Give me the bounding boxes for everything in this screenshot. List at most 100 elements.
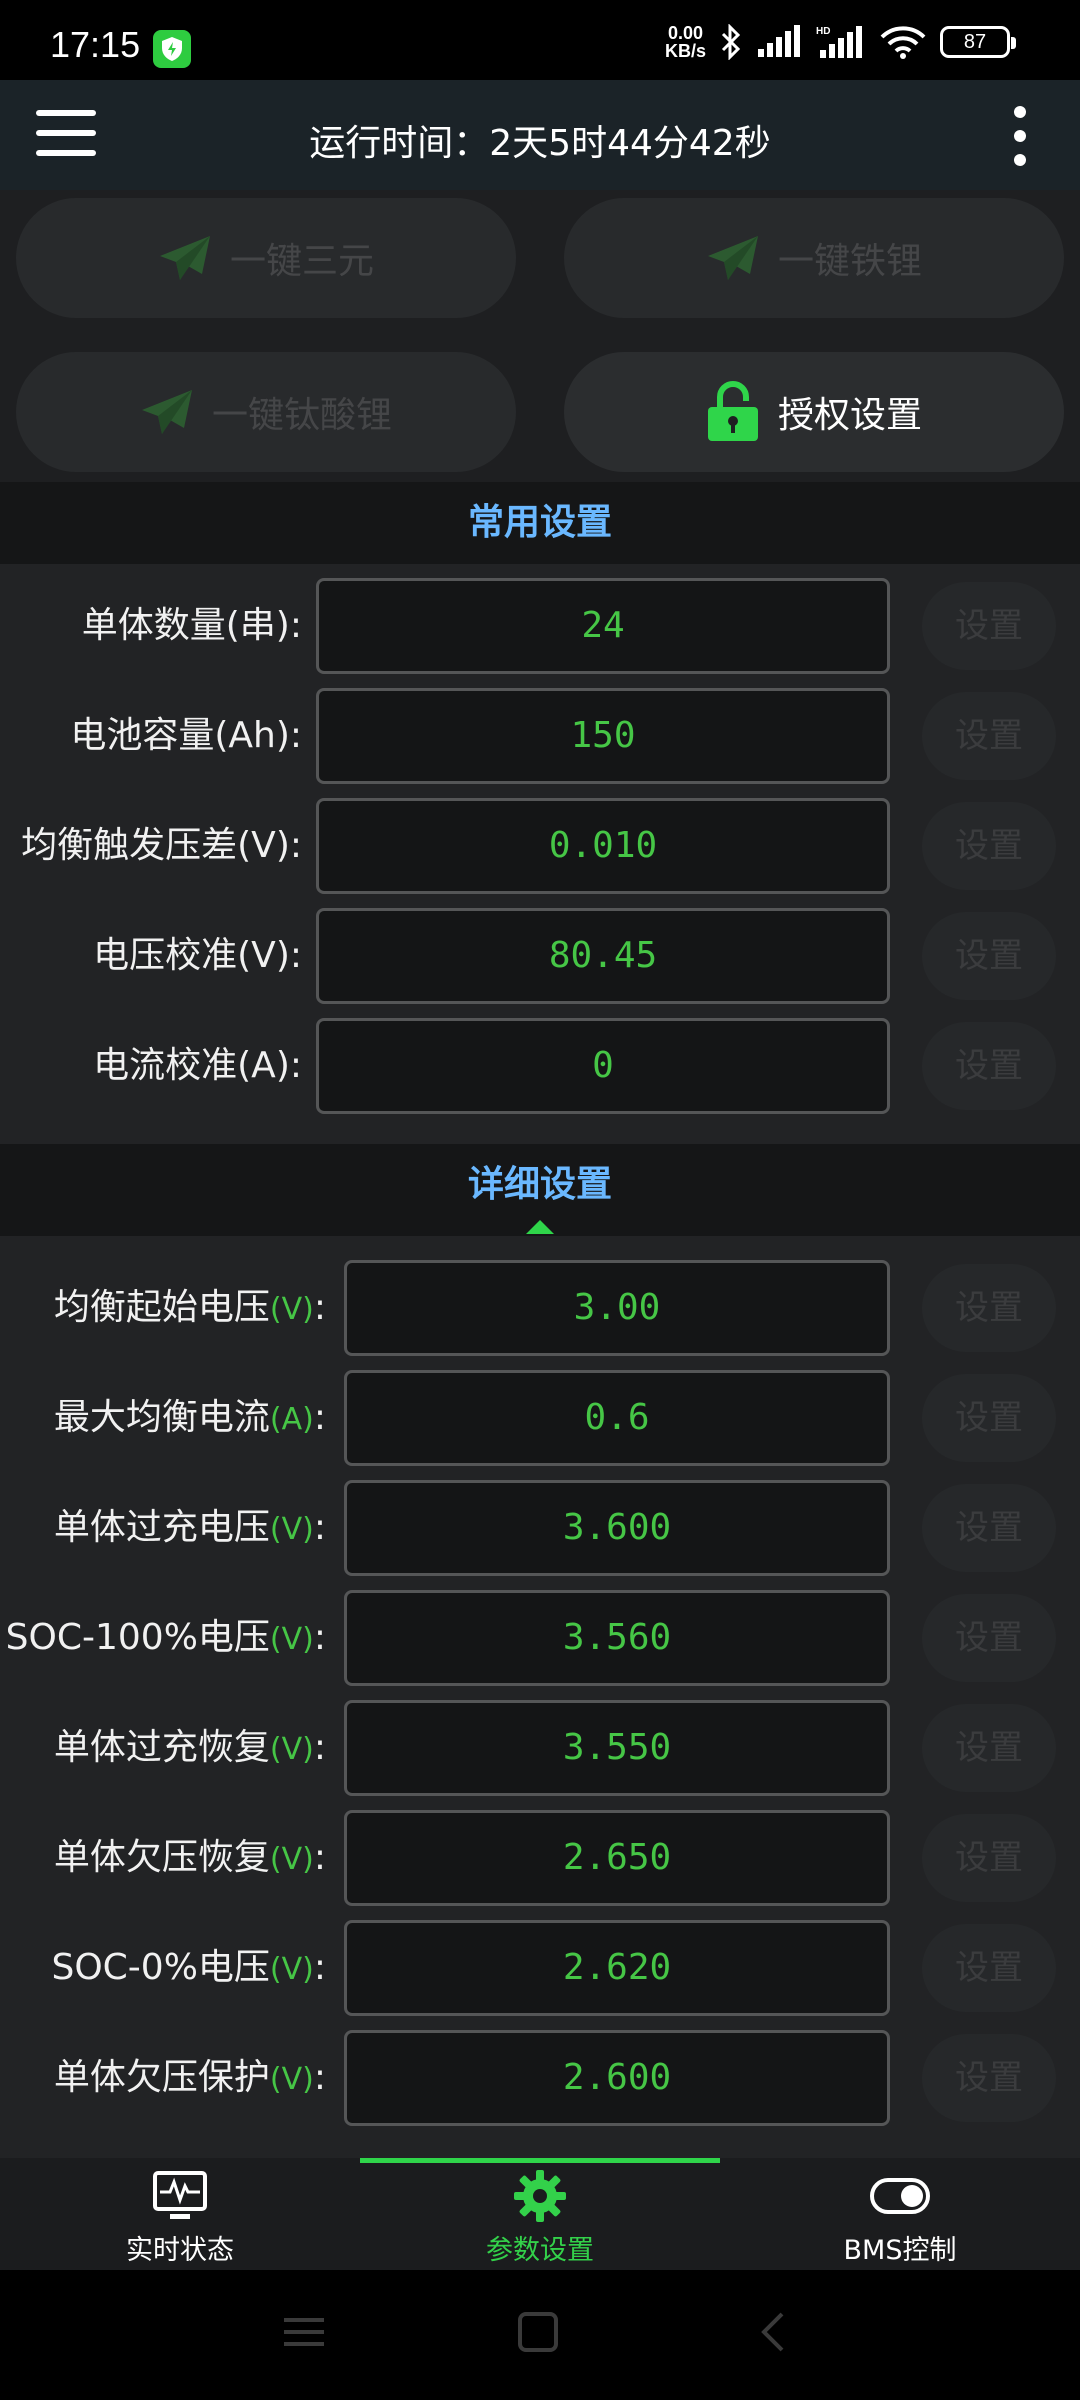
setting-label: 最大均衡电流(A):	[53, 1397, 326, 1438]
setting-label: 电流校准(A):	[93, 1045, 302, 1086]
app-header: 运行时间：2天5时44分42秒	[0, 80, 1080, 190]
common-settings-title: 常用设置	[0, 482, 1080, 564]
svg-text:HD: HD	[816, 26, 830, 37]
signal-icon	[758, 25, 800, 57]
detail-settings-section: 均衡起始电压(V): 3.00 设置 最大均衡电流(A): 0.6 设置 单体过…	[0, 1236, 1080, 2158]
set-button[interactable]: 设置	[922, 1924, 1056, 2012]
setting-row-cell-count: 单体数量(串): 24 设置	[0, 578, 1080, 674]
setting-row-undervoltage-protect: 单体欠压保护(V): 2.600 设置	[0, 2030, 1080, 2126]
setting-value-field[interactable]: 3.600	[344, 1480, 890, 1576]
setting-label: 单体过充电压(V):	[53, 1507, 326, 1548]
status-icons: 0.00 KB/s HD 87	[665, 22, 1016, 62]
paper-plane-icon	[159, 236, 210, 280]
setting-value-field[interactable]: 150	[316, 688, 890, 784]
one-key-ternary-label: 一键三元	[229, 241, 374, 282]
set-button[interactable]: 设置	[922, 1594, 1056, 1682]
set-button[interactable]: 设置	[922, 912, 1056, 1000]
shield-icon	[153, 30, 191, 68]
system-nav-bar	[0, 2270, 1080, 2400]
setting-label: 单体数量(串):	[81, 605, 302, 646]
auth-settings-label: 授权设置	[777, 395, 922, 436]
setting-label: 电池容量(Ah):	[70, 715, 302, 756]
setting-row-soc0-voltage: SOC-0%电压(V): 2.620 设置	[0, 1920, 1080, 2016]
runtime-text: 运行时间：2天5时44分42秒	[309, 123, 771, 164]
one-key-lto-label: 一键钛酸锂	[211, 395, 392, 436]
setting-row-soc100-voltage: SOC-100%电压(V): 3.560 设置	[0, 1590, 1080, 1686]
setting-row-balance-trigger: 均衡触发压差(V): 0.010 设置	[0, 798, 1080, 894]
one-key-lto-button[interactable]: 一键钛酸锂	[16, 352, 516, 472]
back-icon[interactable]	[752, 2310, 796, 2354]
one-key-lfp-label: 一键铁锂	[777, 241, 922, 282]
setting-row-voltage-calib: 电压校准(V): 80.45 设置	[0, 908, 1080, 1004]
setting-row-overcharge-recovery: 单体过充恢复(V): 3.550 设置	[0, 1700, 1080, 1796]
setting-row-overcharge-voltage: 单体过充电压(V): 3.600 设置	[0, 1480, 1080, 1576]
tab-label: 实时状态	[126, 2235, 234, 2266]
setting-row-capacity: 电池容量(Ah): 150 设置	[0, 688, 1080, 784]
set-button[interactable]: 设置	[922, 1484, 1056, 1572]
settings-content: 一键三元 一键铁锂 一键钛酸锂 授权设置 常用设置 单体数量(串): 24 设置…	[0, 190, 1080, 2158]
paper-plane-icon	[707, 236, 758, 280]
setting-value-field[interactable]: 0.6	[344, 1370, 890, 1466]
toggle-icon	[870, 2178, 930, 2214]
hd-signal-icon: HD	[816, 26, 862, 58]
setting-value-field[interactable]: 0	[316, 1018, 890, 1114]
auth-settings-button[interactable]: 授权设置	[564, 352, 1064, 472]
more-options-icon[interactable]	[1014, 106, 1028, 166]
set-button[interactable]: 设置	[922, 1374, 1056, 1462]
set-button[interactable]: 设置	[922, 1814, 1056, 1902]
tab-label: BMS控制	[843, 2235, 957, 2266]
setting-label: 均衡触发压差(V):	[21, 825, 302, 866]
tab-label: 参数设置	[486, 2235, 594, 2266]
setting-value-field[interactable]: 3.560	[344, 1590, 890, 1686]
setting-value-field[interactable]: 3.550	[344, 1700, 890, 1796]
setting-row-undervoltage-recovery: 单体欠压恢复(V): 2.650 设置	[0, 1810, 1080, 1906]
bluetooth-icon	[721, 24, 741, 60]
net-speed-unit: KB/s	[664, 41, 706, 61]
net-speed: 0.00 KB/s	[665, 24, 706, 60]
monitor-pulse-icon	[153, 2171, 207, 2219]
setting-value-field[interactable]: 3.00	[344, 1260, 890, 1356]
setting-label: SOC-100%电压(V):	[5, 1617, 326, 1658]
set-button[interactable]: 设置	[922, 582, 1056, 670]
collapse-caret-icon[interactable]	[526, 1220, 554, 1234]
bottom-nav: 实时状态 参数设置 BMS控制	[0, 2158, 1080, 2270]
lock-icon	[707, 381, 758, 441]
status-time: 17:15	[50, 24, 141, 65]
one-key-ternary-button[interactable]: 一键三元	[16, 198, 516, 318]
net-speed-value: 0.00	[667, 23, 704, 43]
set-button[interactable]: 设置	[922, 692, 1056, 780]
one-key-lfp-button[interactable]: 一键铁锂	[564, 198, 1064, 318]
setting-row-balance-start: 均衡起始电压(V): 3.00 设置	[0, 1260, 1080, 1356]
wifi-icon	[880, 26, 926, 59]
status-bar: 17:15 0.00 KB/s HD 87	[0, 0, 1080, 80]
tab-realtime-status[interactable]: 实时状态	[0, 2168, 360, 2268]
setting-value-field[interactable]: 2.600	[344, 2030, 890, 2126]
set-button[interactable]: 设置	[922, 1704, 1056, 1792]
setting-label: 单体过充恢复(V):	[53, 1727, 326, 1768]
setting-label: 单体欠压保护(V):	[53, 2057, 326, 2098]
gear-icon	[514, 2170, 566, 2222]
tab-parameter-settings[interactable]: 参数设置	[360, 2168, 720, 2268]
paper-plane-icon	[141, 390, 192, 434]
set-button[interactable]: 设置	[922, 1022, 1056, 1110]
setting-label: 电压校准(V):	[93, 935, 302, 976]
setting-value-field[interactable]: 24	[316, 578, 890, 674]
setting-label: 单体欠压恢复(V):	[53, 1837, 326, 1878]
setting-value-field[interactable]: 2.620	[344, 1920, 890, 2016]
battery-icon: 87	[940, 26, 1016, 58]
setting-label: 均衡起始电压(V):	[53, 1287, 326, 1328]
recent-apps-icon[interactable]	[282, 2310, 326, 2354]
setting-value-field[interactable]: 2.650	[344, 1810, 890, 1906]
active-tab-indicator	[360, 2158, 720, 2163]
setting-value-field[interactable]: 0.010	[316, 798, 890, 894]
set-button[interactable]: 设置	[922, 1264, 1056, 1352]
common-settings-section: 单体数量(串): 24 设置 电池容量(Ah): 150 设置 均衡触发压差(V…	[0, 564, 1080, 1144]
setting-label: SOC-0%电压(V):	[51, 1947, 326, 1988]
setting-row-max-balance-current: 最大均衡电流(A): 0.6 设置	[0, 1370, 1080, 1466]
home-icon[interactable]	[516, 2310, 560, 2354]
tab-bms-control[interactable]: BMS控制	[720, 2168, 1080, 2268]
set-button[interactable]: 设置	[922, 2034, 1056, 2122]
setting-value-field[interactable]: 80.45	[316, 908, 890, 1004]
setting-row-current-calib: 电流校准(A): 0 设置	[0, 1018, 1080, 1114]
set-button[interactable]: 设置	[922, 802, 1056, 890]
